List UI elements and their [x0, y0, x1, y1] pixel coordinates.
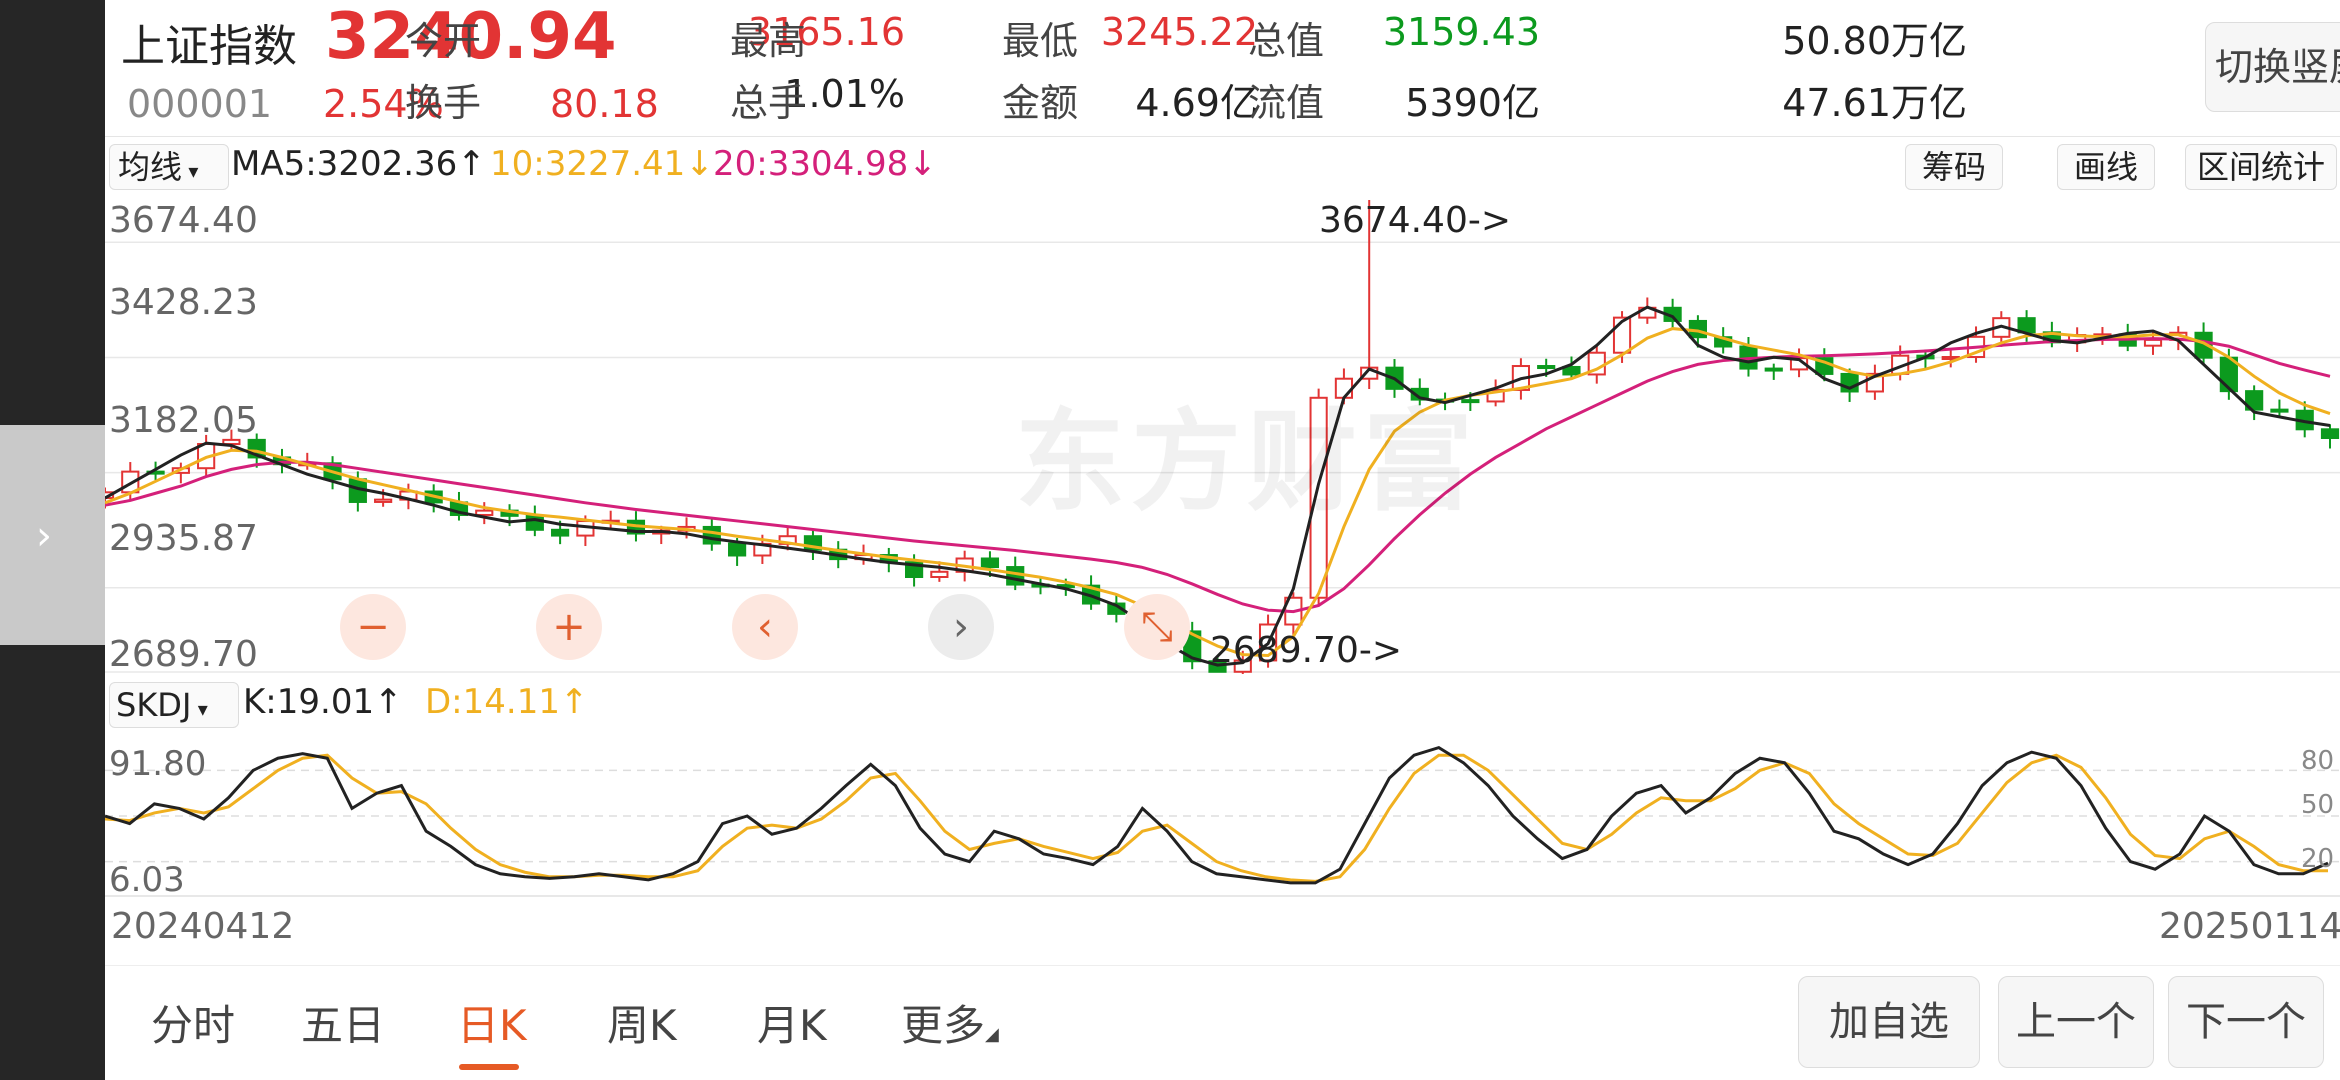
candle-body	[374, 498, 393, 503]
footer-divider	[105, 965, 2340, 966]
draw-line-button[interactable]: 画线	[2057, 144, 2155, 190]
dropdown-icon: ▾	[182, 159, 199, 183]
sub-y-tick-label: 6.03	[109, 860, 185, 900]
candle-body	[1006, 566, 1025, 586]
candle-body	[551, 528, 570, 537]
tab-4[interactable]: 月K	[757, 992, 827, 1053]
tab-2[interactable]: 日K	[457, 992, 527, 1053]
y-tick-label: 3182.05	[109, 400, 258, 441]
candle-body	[702, 525, 721, 545]
stat-label: 最低	[1002, 19, 1079, 63]
header-divider	[105, 136, 2340, 137]
candle-body	[980, 557, 1000, 569]
plus-icon: +	[552, 604, 586, 650]
skdj-k-value: K:19.01↑	[243, 682, 403, 722]
candle-body	[728, 542, 747, 557]
tab-5[interactable]: 更多◢	[901, 992, 999, 1053]
stat-value: 47.61万亿	[1782, 81, 1967, 125]
tab-label: 日K	[457, 1001, 527, 1050]
y-tick-label: 2935.87	[109, 518, 258, 559]
index-name: 上证指数	[121, 21, 297, 72]
zoom-out-button[interactable]: −	[340, 594, 406, 660]
tab-3[interactable]: 周K	[607, 992, 677, 1053]
stat-label: 今开	[405, 19, 482, 63]
candle-body	[475, 509, 494, 516]
tab-label: 周K	[607, 1001, 677, 1050]
next-button[interactable]: 下一个	[2168, 976, 2324, 1068]
ma-selector[interactable]: 均线 ▾	[109, 144, 229, 190]
skdj-chart[interactable]	[105, 734, 2340, 898]
tab-1[interactable]: 五日	[301, 992, 385, 1053]
stat-label: 总值	[1248, 19, 1325, 63]
ma20-value: 20:3304.98↓	[713, 144, 937, 184]
low-annotation: 2689.70->	[1210, 630, 1403, 671]
indicator-selector[interactable]: SKDJ ▾	[109, 682, 239, 728]
stat-value: 50.80万亿	[1782, 19, 1967, 63]
add-watchlist-button[interactable]: 加自选	[1798, 976, 1980, 1068]
stat-label: 总手	[730, 81, 807, 125]
more-corner-icon: ◢	[985, 1024, 999, 1045]
chevron-right-icon: ›	[953, 604, 969, 650]
candle-body	[1764, 367, 1783, 372]
candle-body	[930, 570, 949, 579]
tab-label: 月K	[757, 1001, 827, 1050]
sub-y-tick-label: 91.80	[109, 744, 207, 784]
range-stats-button[interactable]: 区间统计	[2185, 144, 2337, 190]
y-tick-label: 2689.70	[109, 634, 258, 675]
previous-button[interactable]: 上一个	[1998, 976, 2154, 1068]
dropdown-icon: ▾	[191, 697, 208, 721]
ma10-value: 10:3227.41↓	[490, 144, 714, 184]
shrink-icon: ⤡	[1141, 604, 1173, 650]
candle-body	[2143, 338, 2163, 347]
ma5-value: MA5:3202.36↑	[231, 144, 486, 184]
indicator-selector-label: SKDJ	[116, 686, 192, 724]
stat-label: 最高	[730, 19, 807, 63]
left-sidebar: ›	[0, 0, 105, 1080]
sub-right-tick: 80	[2301, 746, 2335, 776]
stat-label: 金额	[1002, 81, 1079, 125]
stat-label: 换手	[405, 81, 482, 125]
scroll-right-button[interactable]: ›	[928, 594, 994, 660]
y-tick-label: 3674.40	[109, 200, 258, 241]
tab-0[interactable]: 分时	[151, 992, 235, 1053]
expand-handle[interactable]: ›	[0, 425, 105, 645]
chevron-right-icon: ›	[36, 513, 52, 559]
tab-label: 更多	[901, 1001, 986, 1050]
zoom-in-button[interactable]: +	[536, 594, 602, 660]
tab-label: 分时	[151, 1001, 236, 1050]
skdj-d-value: D:14.11↑	[425, 682, 589, 722]
sub-right-tick: 50	[2301, 790, 2335, 820]
shrink-button[interactable]: ⤡	[1124, 594, 1190, 660]
minus-icon: −	[356, 604, 390, 650]
candle-body	[1537, 365, 1556, 370]
scroll-left-button[interactable]: ‹	[732, 594, 798, 660]
candle-body	[2320, 428, 2340, 439]
watermark: 东方财富	[1015, 398, 1479, 526]
ma-selector-label: 均线	[118, 148, 183, 186]
change-amount: 80.18	[550, 82, 659, 126]
switch-orientation-button[interactable]: 切换竖屏	[2205, 22, 2340, 112]
active-tab-underline	[459, 1064, 519, 1070]
high-annotation: 3674.40->	[1319, 200, 1512, 241]
index-code: 000001	[127, 82, 273, 126]
chip-distribution-button[interactable]: 筹码	[1905, 144, 2003, 190]
stat-label: 流值	[1248, 81, 1325, 125]
candle-body	[525, 514, 544, 531]
sub-right-tick: 20	[2301, 844, 2335, 874]
stock-chart-panel: 上证指数 3240.94 000001 2.54% 80.18 今开 3165.1…	[105, 0, 2340, 1080]
y-tick-label: 3428.23	[109, 282, 258, 323]
end-date: 20250114	[2159, 906, 2340, 947]
chevron-left-icon: ‹	[757, 604, 773, 650]
start-date: 20240412	[111, 906, 295, 947]
candle-body	[2270, 408, 2289, 413]
tab-label: 五日	[301, 1001, 386, 1050]
